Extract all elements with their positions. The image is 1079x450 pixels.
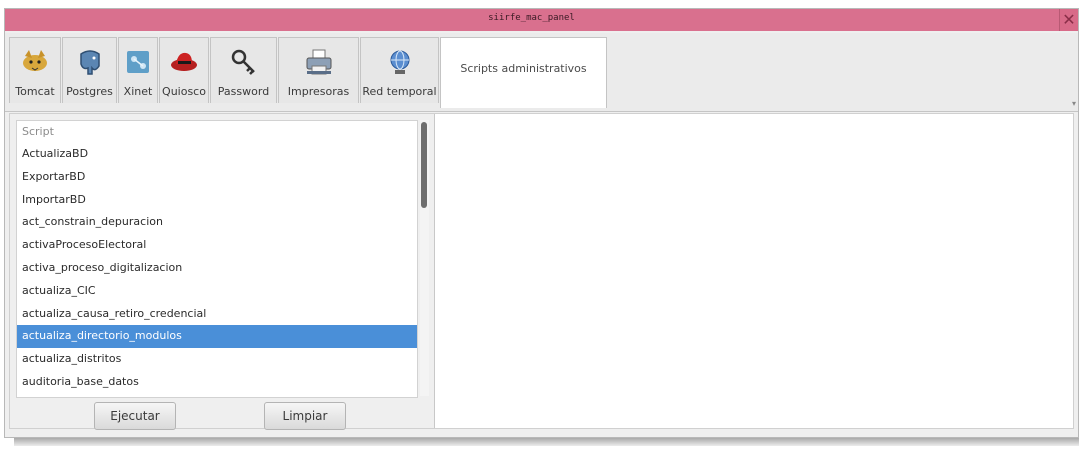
- script-list[interactable]: Script ActualizaBD ExportarBD ImportarBD…: [16, 120, 418, 398]
- key-icon: [231, 49, 255, 75]
- title-bar[interactable]: siirfe_mac_panel ✕: [5, 9, 1078, 31]
- list-item-selected[interactable]: actualiza_directorio_modulos: [17, 325, 417, 349]
- tab-label: Password: [217, 85, 270, 98]
- list-item[interactable]: act_constrain_depuracion: [17, 211, 417, 234]
- tab-scroll-arrow-icon[interactable]: ▾: [1072, 99, 1076, 108]
- list-scrollbar-thumb[interactable]: [421, 122, 427, 208]
- app-window: siirfe_mac_panel ✕ Tomcat Postgres Xinet…: [4, 8, 1079, 438]
- list-item[interactable]: auditoria_base_datos: [17, 371, 417, 394]
- tab-label: Tomcat: [15, 85, 55, 98]
- tab-content: Script ActualizaBD ExportarBD ImportarBD…: [9, 113, 1074, 430]
- window-title: siirfe_mac_panel: [488, 13, 575, 23]
- tab-xinet[interactable]: Xinet: [118, 37, 158, 103]
- execute-button[interactable]: Ejecutar: [94, 402, 176, 430]
- list-item[interactable]: ImportarBD: [17, 189, 417, 212]
- tab-tomcat[interactable]: Tomcat: [9, 37, 61, 103]
- tab-label: Red temporal: [362, 85, 437, 98]
- list-column-header[interactable]: Script: [17, 121, 417, 143]
- tab-bar: Tomcat Postgres Xinet Quiosco Password I…: [5, 33, 1078, 112]
- list-item[interactable]: actualiza_distritos: [17, 348, 417, 371]
- list-item[interactable]: activa_proceso_digitalizacion: [17, 257, 417, 280]
- tab-label: Scripts administrativos: [460, 62, 587, 75]
- script-panel: Script ActualizaBD ExportarBD ImportarBD…: [10, 114, 435, 430]
- network-globe-icon: [390, 50, 409, 74]
- tomcat-cat-icon: [23, 50, 47, 71]
- tab-red-temporal[interactable]: Red temporal: [360, 37, 439, 103]
- tab-password[interactable]: Password: [210, 37, 277, 103]
- quiosco-redhat-icon: [171, 52, 197, 71]
- tab-impresoras[interactable]: Impresoras: [278, 37, 359, 103]
- window-shadow: [14, 438, 1079, 446]
- tab-label: Xinet: [123, 85, 153, 98]
- tab-label: Postgres: [66, 85, 113, 98]
- postgres-elephant-icon: [79, 50, 100, 75]
- tab-label: Quiosco: [162, 85, 206, 98]
- tab-quiosco[interactable]: Quiosco: [159, 37, 209, 103]
- tab-scripts-administrativos[interactable]: Scripts administrativos: [440, 37, 607, 108]
- list-item[interactable]: actualiza_CIC: [17, 280, 417, 303]
- list-item[interactable]: ExportarBD: [17, 166, 417, 189]
- printer-icon: [306, 49, 331, 75]
- list-item[interactable]: activaProcesoElectoral: [17, 234, 417, 257]
- tab-label: Impresoras: [287, 85, 350, 98]
- close-button[interactable]: ✕: [1059, 9, 1078, 31]
- xinet-network-icon: [127, 51, 149, 73]
- list-item[interactable]: ActualizaBD: [17, 143, 417, 166]
- list-item[interactable]: actualiza_causa_retiro_credencial: [17, 303, 417, 326]
- output-panel: [435, 114, 1073, 428]
- tab-postgres[interactable]: Postgres: [62, 37, 117, 103]
- clear-button[interactable]: Limpiar: [264, 402, 346, 430]
